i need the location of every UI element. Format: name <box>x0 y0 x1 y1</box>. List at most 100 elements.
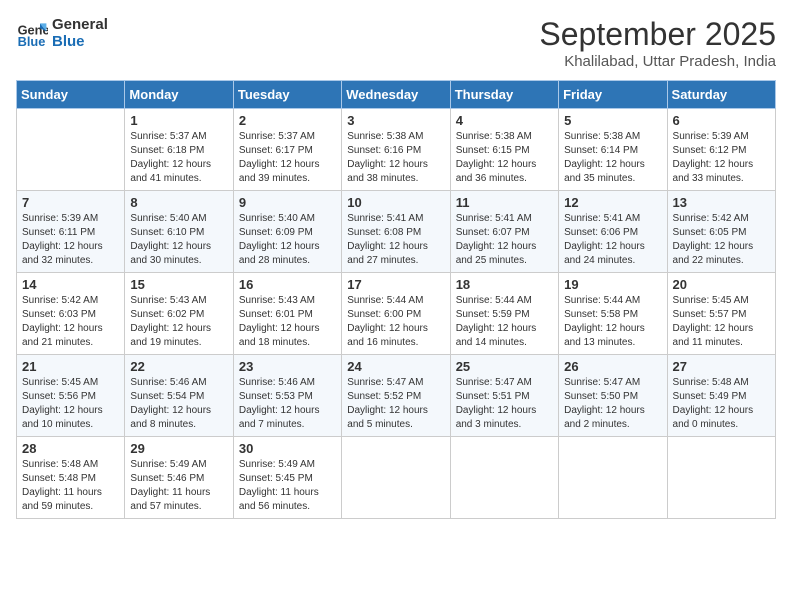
day-number: 10 <box>347 195 444 210</box>
day-number: 15 <box>130 277 227 292</box>
day-info: Sunrise: 5:48 AMSunset: 5:48 PMDaylight:… <box>22 458 119 514</box>
calendar-cell: 13 Sunrise: 5:42 AMSunset: 6:05 PMDayligh… <box>667 191 775 273</box>
calendar-cell <box>450 437 558 519</box>
month-title: September 2025 <box>539 16 776 53</box>
day-info: Sunrise: 5:41 AMSunset: 6:07 PMDaylight:… <box>456 212 553 268</box>
day-number: 20 <box>673 277 770 292</box>
day-info: Sunrise: 5:39 AMSunset: 6:12 PMDaylight:… <box>673 130 770 186</box>
week-row-1: 1 Sunrise: 5:37 AMSunset: 6:18 PMDaylight… <box>17 109 776 191</box>
calendar-cell: 11 Sunrise: 5:41 AMSunset: 6:07 PMDayligh… <box>450 191 558 273</box>
day-number: 18 <box>456 277 553 292</box>
weekday-header-row: SundayMondayTuesdayWednesdayThursdayFrid… <box>17 81 776 109</box>
week-row-3: 14Sunrise: 5:42 AMSunset: 6:03 PMDayligh… <box>17 273 776 355</box>
day-number: 6 <box>673 113 770 128</box>
day-number: 1 <box>130 113 227 128</box>
calendar-cell: 25Sunrise: 5:47 AMSunset: 5:51 PMDayligh… <box>450 355 558 437</box>
calendar-cell: 14Sunrise: 5:42 AMSunset: 6:03 PMDayligh… <box>17 273 125 355</box>
day-info: Sunrise: 5:43 AMSunset: 6:02 PMDaylight:… <box>130 294 227 350</box>
day-number: 12 <box>564 195 661 210</box>
day-info: Sunrise: 5:38 AMSunset: 6:14 PMDaylight:… <box>564 130 661 186</box>
day-number: 13 <box>673 195 770 210</box>
calendar-cell: 15 Sunrise: 5:43 AMSunset: 6:02 PMDayligh… <box>125 273 233 355</box>
calendar-cell: 9 Sunrise: 5:40 AMSunset: 6:09 PMDaylight… <box>233 191 341 273</box>
day-number: 7 <box>22 195 119 210</box>
day-info: Sunrise: 5:37 AMSunset: 6:18 PMDaylight:… <box>130 130 227 186</box>
calendar-cell <box>342 437 450 519</box>
logo: General Blue General Blue <box>16 16 108 50</box>
day-info: Sunrise: 5:40 AMSunset: 6:10 PMDaylight:… <box>130 212 227 268</box>
day-number: 29 <box>130 441 227 456</box>
weekday-header-thursday: Thursday <box>450 81 558 109</box>
week-row-4: 21Sunrise: 5:45 AMSunset: 5:56 PMDayligh… <box>17 355 776 437</box>
calendar-cell: 22Sunrise: 5:46 AMSunset: 5:54 PMDayligh… <box>125 355 233 437</box>
weekday-header-monday: Monday <box>125 81 233 109</box>
day-number: 27 <box>673 359 770 374</box>
calendar-cell: 23Sunrise: 5:46 AMSunset: 5:53 PMDayligh… <box>233 355 341 437</box>
day-info: Sunrise: 5:42 AMSunset: 6:05 PMDaylight:… <box>673 212 770 268</box>
day-number: 30 <box>239 441 336 456</box>
day-number: 24 <box>347 359 444 374</box>
weekday-header-wednesday: Wednesday <box>342 81 450 109</box>
calendar-cell: 1 Sunrise: 5:37 AMSunset: 6:18 PMDaylight… <box>125 109 233 191</box>
logo-line1: General <box>52 16 108 33</box>
calendar-cell: 8 Sunrise: 5:40 AMSunset: 6:10 PMDaylight… <box>125 191 233 273</box>
calendar-cell: 18 Sunrise: 5:44 AMSunset: 5:59 PMDayligh… <box>450 273 558 355</box>
calendar-cell: 17Sunrise: 5:44 AMSunset: 6:00 PMDayligh… <box>342 273 450 355</box>
day-info: Sunrise: 5:44 AMSunset: 5:59 PMDaylight:… <box>456 294 553 350</box>
day-number: 17 <box>347 277 444 292</box>
week-row-2: 7 Sunrise: 5:39 AMSunset: 6:11 PMDaylight… <box>17 191 776 273</box>
day-info: Sunrise: 5:49 AMSunset: 5:45 PMDaylight:… <box>239 458 336 514</box>
day-info: Sunrise: 5:45 AMSunset: 5:57 PMDaylight:… <box>673 294 770 350</box>
calendar-cell: 2 Sunrise: 5:37 AMSunset: 6:17 PMDaylight… <box>233 109 341 191</box>
weekday-header-saturday: Saturday <box>667 81 775 109</box>
day-info: Sunrise: 5:38 AMSunset: 6:15 PMDaylight:… <box>456 130 553 186</box>
day-info: Sunrise: 5:49 AMSunset: 5:46 PMDaylight:… <box>130 458 227 514</box>
day-number: 5 <box>564 113 661 128</box>
calendar-cell: 28 Sunrise: 5:48 AMSunset: 5:48 PMDayligh… <box>17 437 125 519</box>
day-info: Sunrise: 5:41 AMSunset: 6:08 PMDaylight:… <box>347 212 444 268</box>
logo-icon: General Blue <box>16 17 48 49</box>
calendar-table: SundayMondayTuesdayWednesdayThursdayFrid… <box>16 80 776 519</box>
calendar-cell: 20 Sunrise: 5:45 AMSunset: 5:57 PMDayligh… <box>667 273 775 355</box>
day-info: Sunrise: 5:43 AMSunset: 6:01 PMDaylight:… <box>239 294 336 350</box>
calendar-cell: 10 Sunrise: 5:41 AMSunset: 6:08 PMDayligh… <box>342 191 450 273</box>
day-number: 9 <box>239 195 336 210</box>
calendar-cell: 30 Sunrise: 5:49 AMSunset: 5:45 PMDayligh… <box>233 437 341 519</box>
weekday-header-friday: Friday <box>559 81 667 109</box>
day-number: 16 <box>239 277 336 292</box>
day-info: Sunrise: 5:40 AMSunset: 6:09 PMDaylight:… <box>239 212 336 268</box>
weekday-header-tuesday: Tuesday <box>233 81 341 109</box>
svg-text:Blue: Blue <box>18 34 46 49</box>
day-info: Sunrise: 5:47 AMSunset: 5:50 PMDaylight:… <box>564 376 661 432</box>
day-number: 3 <box>347 113 444 128</box>
calendar-cell: 27 Sunrise: 5:48 AMSunset: 5:49 PMDayligh… <box>667 355 775 437</box>
calendar-cell: 26 Sunrise: 5:47 AMSunset: 5:50 PMDayligh… <box>559 355 667 437</box>
day-number: 2 <box>239 113 336 128</box>
calendar-cell: 29 Sunrise: 5:49 AMSunset: 5:46 PMDayligh… <box>125 437 233 519</box>
calendar-cell: 24Sunrise: 5:47 AMSunset: 5:52 PMDayligh… <box>342 355 450 437</box>
calendar-cell <box>559 437 667 519</box>
calendar-cell: 21Sunrise: 5:45 AMSunset: 5:56 PMDayligh… <box>17 355 125 437</box>
day-number: 4 <box>456 113 553 128</box>
day-info: Sunrise: 5:44 AMSunset: 5:58 PMDaylight:… <box>564 294 661 350</box>
calendar-cell: 4 Sunrise: 5:38 AMSunset: 6:15 PMDaylight… <box>450 109 558 191</box>
day-info: Sunrise: 5:42 AMSunset: 6:03 PMDaylight:… <box>22 294 119 350</box>
calendar-cell: 3Sunrise: 5:38 AMSunset: 6:16 PMDaylight… <box>342 109 450 191</box>
day-number: 26 <box>564 359 661 374</box>
day-info: Sunrise: 5:37 AMSunset: 6:17 PMDaylight:… <box>239 130 336 186</box>
day-number: 22 <box>130 359 227 374</box>
calendar-cell <box>667 437 775 519</box>
week-row-5: 28 Sunrise: 5:48 AMSunset: 5:48 PMDayligh… <box>17 437 776 519</box>
calendar-cell: 12 Sunrise: 5:41 AMSunset: 6:06 PMDayligh… <box>559 191 667 273</box>
day-info: Sunrise: 5:48 AMSunset: 5:49 PMDaylight:… <box>673 376 770 432</box>
day-number: 23 <box>239 359 336 374</box>
calendar-cell: 7 Sunrise: 5:39 AMSunset: 6:11 PMDaylight… <box>17 191 125 273</box>
day-number: 25 <box>456 359 553 374</box>
day-info: Sunrise: 5:41 AMSunset: 6:06 PMDaylight:… <box>564 212 661 268</box>
day-number: 28 <box>22 441 119 456</box>
day-number: 11 <box>456 195 553 210</box>
day-info: Sunrise: 5:39 AMSunset: 6:11 PMDaylight:… <box>22 212 119 268</box>
day-number: 21 <box>22 359 119 374</box>
calendar-cell: 19Sunrise: 5:44 AMSunset: 5:58 PMDayligh… <box>559 273 667 355</box>
day-number: 8 <box>130 195 227 210</box>
